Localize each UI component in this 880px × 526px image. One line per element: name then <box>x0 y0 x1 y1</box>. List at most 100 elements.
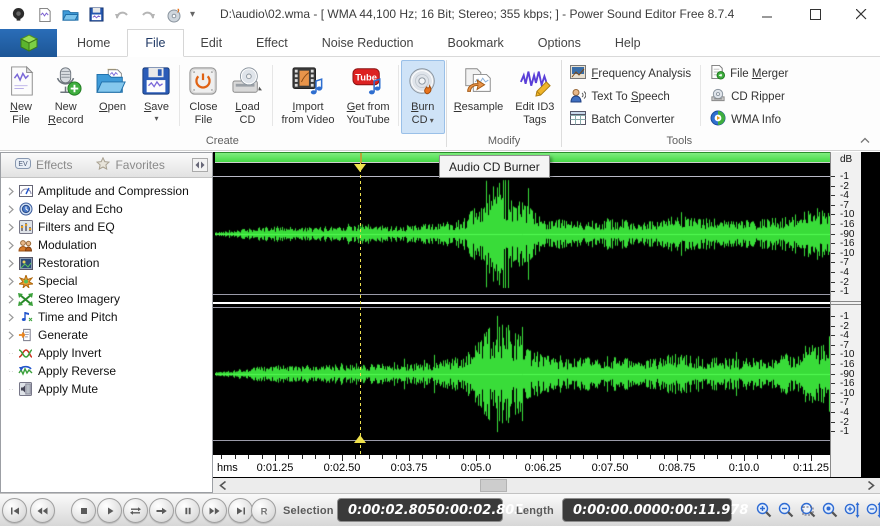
expand-arrow-icon[interactable] <box>1 204 17 214</box>
speaker-icon[interactable] <box>8 5 28 25</box>
redo-icon[interactable] <box>138 5 158 25</box>
new-file-icon[interactable] <box>34 5 54 25</box>
timeline-ruler[interactable]: hms 0:01.25 0:02.50 0:03.75 0:05.0 0:06.25 0:… <box>213 455 830 477</box>
save-button[interactable]: Save ▾ <box>135 60 177 134</box>
new-record-button[interactable]: New Record <box>42 60 89 134</box>
panel-tab-favorites[interactable]: Favorites <box>82 156 174 173</box>
cluster-separator <box>397 65 399 126</box>
ribbon-collapse-icon[interactable] <box>860 131 870 149</box>
expand-arrow-icon[interactable] <box>1 312 17 322</box>
svg-text:EV: EV <box>18 161 28 168</box>
small-button-column: File Merger CD Ripper WMA Info <box>703 60 795 134</box>
timeline-tick <box>435 455 437 459</box>
skip-end-button[interactable] <box>228 498 253 523</box>
timeline-tick <box>489 455 491 459</box>
minimize-button[interactable] <box>744 0 790 29</box>
expand-arrow-icon[interactable] <box>1 294 17 304</box>
tree-item-amplitude-and-compression[interactable]: Amplitude and Compression <box>1 182 212 200</box>
tab-edit[interactable]: Edit <box>184 29 240 57</box>
burn-disc-icon[interactable] <box>164 5 184 25</box>
tree-item-modulation[interactable]: Modulation <box>1 236 212 254</box>
expand-arrow-icon[interactable] <box>1 330 17 340</box>
loop-button[interactable] <box>123 498 148 523</box>
text-to-speech-button[interactable]: Text To Speech <box>567 86 694 107</box>
playhead-cursor[interactable] <box>360 163 361 455</box>
timeline-tick <box>717 455 719 459</box>
tree-item-time-and-pitch[interactable]: Time and Pitch <box>1 308 212 326</box>
maximize-button[interactable] <box>792 0 838 29</box>
scrollbar-thumb[interactable] <box>480 479 507 492</box>
panel-splitter-button[interactable] <box>192 158 208 172</box>
zoom-selection-button[interactable] <box>798 500 818 520</box>
zoom-out-button[interactable] <box>776 500 796 520</box>
burn-cd-button[interactable]: Burn CD ▾ <box>400 60 445 134</box>
db-tick: -1 <box>831 287 861 297</box>
frequency-analysis-button[interactable]: Frequency Analysis <box>567 63 694 84</box>
stop-button[interactable] <box>71 498 96 523</box>
play-button[interactable] <box>97 498 122 523</box>
expand-arrow-icon[interactable] <box>1 222 17 232</box>
edit-id3-tags-button[interactable]: Edit ID3 Tags <box>509 60 560 134</box>
expand-arrow-icon[interactable] <box>1 258 17 268</box>
tree-item-filters-and-eq[interactable]: Filters and EQ <box>1 218 212 236</box>
tab-noise-reduction[interactable]: Noise Reduction <box>305 29 431 57</box>
zoom-vertical-out-button[interactable] <box>864 500 880 520</box>
record-button[interactable]: R <box>251 498 276 523</box>
expand-arrow-icon[interactable] <box>1 276 17 286</box>
tree-item-delay-and-echo[interactable]: Delay and Echo <box>1 200 212 218</box>
tab-options[interactable]: Options <box>521 29 598 57</box>
skip-start-button[interactable] <box>2 498 27 523</box>
zoom-vertical-in-button[interactable] <box>842 500 862 520</box>
tree-item-apply-reverse[interactable]: ·· Apply Reverse <box>1 362 212 380</box>
dropdown-arrow-icon: ▾ <box>427 116 434 125</box>
new-file-button[interactable]: New File <box>0 60 42 134</box>
channel-separator[interactable] <box>213 302 832 304</box>
tab-bookmark[interactable]: Bookmark <box>431 29 521 57</box>
waveform-canvas[interactable] <box>215 163 830 455</box>
open-folder-icon[interactable] <box>60 5 80 25</box>
rewind-button[interactable] <box>30 498 55 523</box>
close-button[interactable] <box>838 0 880 29</box>
zoom-in-button[interactable] <box>754 500 774 520</box>
scroll-left-icon[interactable] <box>215 478 230 493</box>
open-button[interactable]: Open <box>89 60 135 134</box>
tree-item-apply-mute[interactable]: ·· Apply Mute <box>1 380 212 398</box>
tree-item-restoration[interactable]: Restoration <box>1 254 212 272</box>
load-cd-button[interactable]: Load CD <box>224 60 270 134</box>
qat-dropdown-icon[interactable]: ▾ <box>190 9 195 20</box>
wma-info-button[interactable]: WMA Info <box>707 109 791 130</box>
db-tick: -1 <box>831 427 861 437</box>
playhead-bottom-marker[interactable] <box>354 435 366 443</box>
resample-button[interactable]: Resample <box>448 60 510 134</box>
close-file-button[interactable]: Close File <box>182 60 224 134</box>
expand-arrow-icon[interactable] <box>1 240 17 250</box>
file-merger-button[interactable]: File Merger <box>707 63 791 84</box>
tab-effect[interactable]: Effect <box>239 29 305 57</box>
waveform-area[interactable]: dB -1 -2 -4 -7 -10 -16 -90 -16 -10 -7 -4 -2 -1 -1 -2 -4… <box>213 152 880 493</box>
tab-home[interactable]: Home <box>60 29 127 57</box>
pause-button[interactable] <box>175 498 200 523</box>
tab-help[interactable]: Help <box>598 29 658 57</box>
expand-arrow-icon[interactable] <box>1 186 17 196</box>
tree-item-stereo-imagery[interactable]: Stereo Imagery <box>1 290 212 308</box>
scroll-right-icon[interactable] <box>863 478 878 493</box>
fast-forward-button[interactable] <box>202 498 227 523</box>
panel-tab-effects[interactable]: EV Effects <box>1 158 82 172</box>
app-logo[interactable] <box>0 29 57 57</box>
tree-item-apply-invert[interactable]: ·· Apply Invert <box>1 344 212 362</box>
cd-ripper-button[interactable]: CD Ripper <box>707 86 791 107</box>
import-from-video-button[interactable]: Import from Video <box>275 60 340 134</box>
horizontal-scrollbar[interactable] <box>213 478 880 493</box>
get-from-youtube-button[interactable]: Tube Get from YouTube <box>340 60 395 134</box>
save-icon[interactable] <box>86 5 106 25</box>
tab-file[interactable]: File <box>127 29 184 57</box>
forward-button[interactable] <box>149 498 174 523</box>
zoom-all-button[interactable] <box>820 500 840 520</box>
undo-icon[interactable] <box>112 5 132 25</box>
resample-lg <box>462 63 494 99</box>
tree-item-generate[interactable]: Generate <box>1 326 212 344</box>
tree-item-label: Apply Invert <box>38 346 102 360</box>
playhead-top-marker[interactable] <box>354 164 366 172</box>
tree-item-special[interactable]: Special <box>1 272 212 290</box>
batch-converter-button[interactable]: Batch Converter <box>567 109 694 130</box>
